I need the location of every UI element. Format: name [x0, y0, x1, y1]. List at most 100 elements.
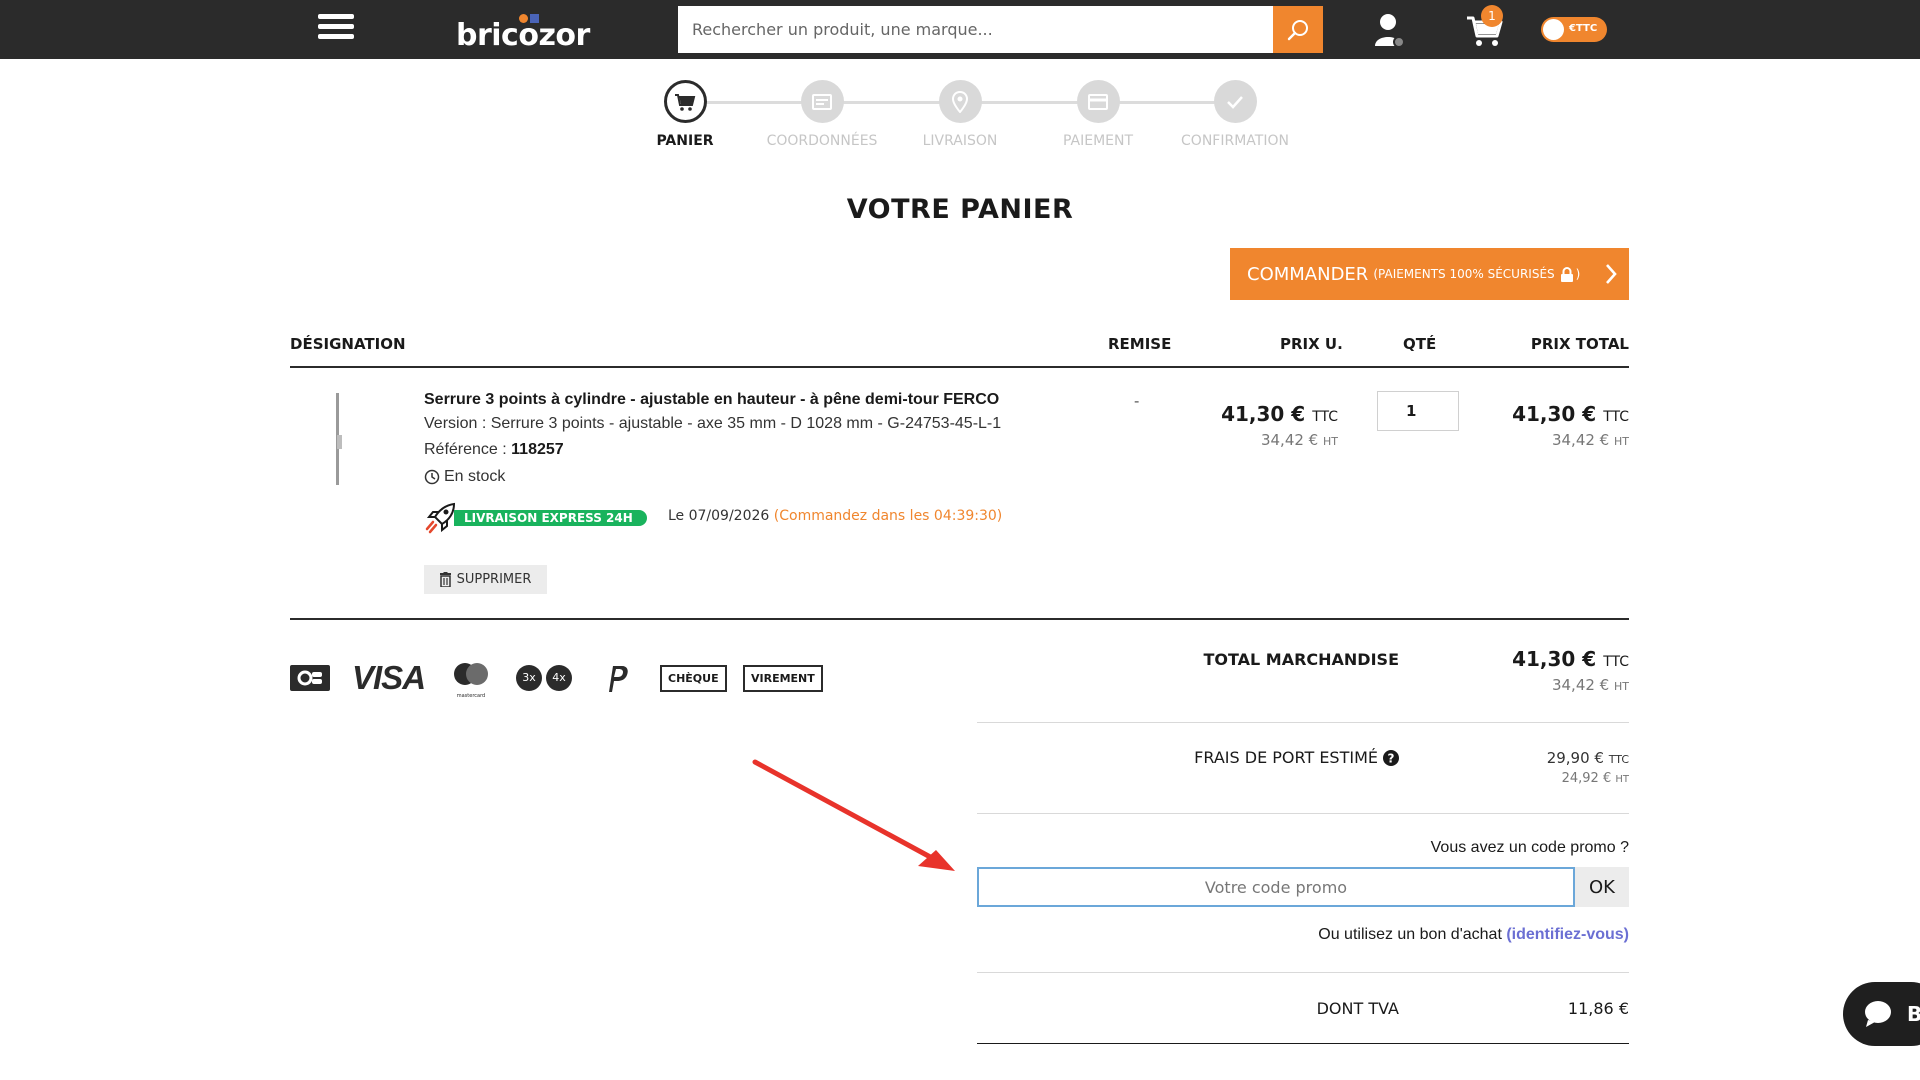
shipping-ttc: 29,90 € TTC — [1547, 749, 1629, 767]
cart-icon — [675, 93, 696, 111]
vat-label: DONT TVA — [1316, 999, 1399, 1018]
step-label: PAIEMENT — [1062, 133, 1134, 149]
annotation-arrow — [752, 759, 955, 871]
map-pin-icon — [952, 90, 968, 113]
login-link[interactable]: (identifiez-vous) — [1506, 926, 1629, 943]
id-card-icon — [812, 93, 832, 110]
chat-button[interactable]: B — [1843, 982, 1920, 1046]
product-image[interactable] — [330, 393, 346, 485]
virement-payment: VIREMENT — [743, 662, 823, 694]
shipping-label-text: FRAIS DE PORT ESTIMÉ — [1194, 748, 1378, 767]
search-bar — [678, 6, 1323, 53]
3x-4x-icon: 3x 4x — [516, 662, 572, 694]
step-label: LIVRAISON — [922, 133, 998, 149]
vat-value: 11,86 € — [1567, 999, 1629, 1018]
stock-status: En stock — [424, 468, 505, 486]
step-paiement: PAIEMENT — [1028, 80, 1168, 149]
user-account-icon[interactable] — [1372, 12, 1406, 48]
chat-label: B — [1907, 1002, 1920, 1026]
logo-dot-blue — [530, 14, 539, 23]
totals-bottom-divider — [977, 1043, 1629, 1044]
step-circle — [663, 80, 707, 123]
mastercard-icon: mastercard — [451, 662, 491, 699]
col-header-designation: DÉSIGNATION — [290, 335, 406, 353]
totals-divider — [977, 722, 1629, 723]
search-input[interactable] — [678, 6, 1273, 53]
quantity-input[interactable] — [1377, 391, 1459, 431]
delete-item-button[interactable]: SUPPRIMER — [424, 565, 547, 594]
price-mode-toggle[interactable]: €TTC — [1541, 17, 1607, 42]
3x-label: 3x — [516, 665, 542, 691]
total-price-ht: 34,42 € HT — [1552, 431, 1629, 449]
total-price-ht-value: 34,42 € — [1551, 431, 1614, 449]
step-panier: PANIER — [615, 80, 755, 149]
unit-price-ttc: 41,30 € TTC — [1221, 402, 1338, 426]
table-header-divider — [290, 366, 1629, 368]
merch-ht-suffix: HT — [1614, 680, 1629, 693]
order-countdown: (Commandez dans les 04:39:30) — [773, 508, 1003, 524]
unit-price-ttc-suffix: TTC — [1312, 409, 1338, 425]
total-price-ttc: 41,30 € TTC — [1512, 402, 1629, 426]
step-coordonnees: COORDONNÉES — [752, 80, 892, 149]
cheque-payment: CHÈQUE — [660, 662, 727, 694]
chevron-right-icon — [1606, 264, 1617, 284]
toggle-knob — [1543, 19, 1564, 40]
step-circle — [938, 80, 982, 123]
menu-icon[interactable] — [318, 14, 354, 44]
voucher-text: Ou utilisez un bon d'achat — [1318, 926, 1507, 943]
step-circle — [800, 80, 844, 123]
mastercard-caption: mastercard — [456, 693, 486, 699]
step-circle — [1076, 80, 1120, 123]
stock-label: En stock — [444, 468, 506, 485]
reference-value: 118257 — [511, 441, 564, 458]
clock-icon — [424, 469, 440, 485]
col-header-prix-total: PRIX TOTAL — [1530, 335, 1629, 353]
product-name-link[interactable]: Serrure 3 points à cylindre - ajustable … — [424, 391, 999, 409]
step-label: CONFIRMATION — [1181, 133, 1289, 149]
search-icon — [1287, 19, 1308, 40]
col-header-remise: REMISE — [1108, 335, 1172, 353]
toggle-label: €TTC — [1569, 23, 1598, 34]
merch-ht-value: 34,42 € — [1551, 676, 1614, 694]
virement-label: VIREMENT — [743, 664, 823, 692]
table-body-divider — [290, 618, 1629, 620]
mastercard-circles — [454, 663, 488, 685]
delete-label: SUPPRIMER — [456, 572, 532, 587]
command-label: COMMANDER — [1247, 263, 1369, 285]
help-icon[interactable]: ? — [1383, 749, 1399, 766]
promo-question: Vous avez un code promo ? — [1430, 839, 1629, 856]
step-label: COORDONNÉES — [766, 133, 878, 149]
command-button[interactable]: COMMANDER (PAIEMENTS 100% SÉCURISÉS ) — [1230, 248, 1629, 300]
logo-text: bricozor — [456, 18, 590, 53]
shipping-ht: 24,92 € HT — [1562, 771, 1629, 786]
search-button[interactable] — [1273, 6, 1323, 53]
shipping-ttc-suffix: TTC — [1608, 753, 1629, 766]
total-merchandise-ttc: 41,30 € TTC — [1512, 647, 1629, 671]
4x-label: 4x — [546, 665, 572, 691]
page-title: VOTRE PANIER — [846, 194, 1074, 225]
credit-card-icon — [1088, 93, 1108, 110]
command-sublabel-end: ) — [1575, 267, 1581, 281]
promo-ok-button[interactable]: OK — [1575, 867, 1629, 907]
chat-bubble-icon — [1865, 1001, 1891, 1027]
delivery-date-text: Le 07/09/2026 — [668, 508, 774, 524]
check-icon — [1227, 95, 1243, 109]
unit-price-ht-suffix: HT — [1323, 435, 1338, 448]
rocket-icon — [425, 502, 456, 534]
shipping-ht-value: 24,92 € — [1561, 771, 1616, 786]
delivery-date: Le 07/09/2026 (Commandez dans les 04:39:… — [668, 508, 1002, 524]
shipping-ttc-value: 29,90 € — [1546, 749, 1609, 767]
trash-icon — [439, 572, 451, 587]
promo-code-input[interactable] — [977, 867, 1575, 907]
col-header-prix-u: PRIX U. — [1280, 335, 1343, 353]
visa-icon: VISA — [352, 659, 426, 696]
merch-ttc-suffix: TTC — [1603, 654, 1629, 670]
reference-label: Référence : — [424, 441, 512, 458]
command-sublabel: (PAIEMENTS 100% SÉCURISÉS — [1373, 267, 1555, 281]
product-reference: Référence : 118257 — [424, 441, 564, 459]
express-delivery-badge: LIVRAISON EXPRESS 24H — [424, 502, 647, 534]
paypal-icon — [609, 666, 628, 692]
total-merchandise-ht: 34,42 € HT — [1552, 676, 1629, 694]
voucher-line: Ou utilisez un bon d'achat (identifiez-v… — [1318, 926, 1629, 944]
total-price-ht-suffix: HT — [1614, 435, 1629, 448]
